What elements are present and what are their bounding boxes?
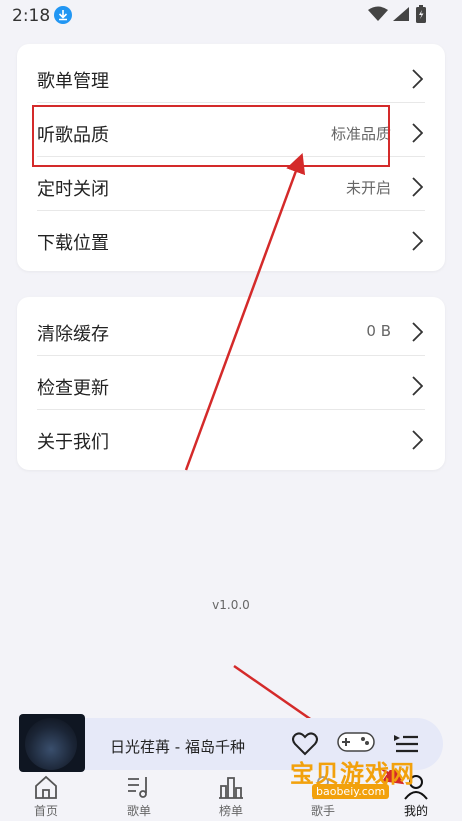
- queue-icon[interactable]: [393, 732, 419, 756]
- nav-label: 首页: [33, 804, 58, 818]
- setting-label: 定时关闭: [37, 179, 109, 200]
- home-icon: [35, 775, 57, 799]
- setting-check-update[interactable]: 检查更新: [17, 356, 445, 410]
- gamepad-icon: [337, 732, 375, 752]
- status-time: 2:18: [12, 6, 51, 26]
- chevron-right-icon: [412, 177, 423, 197]
- chevron-right-icon: [412, 430, 423, 450]
- setting-sleep-timer[interactable]: 定时关闭 未开启: [17, 157, 445, 211]
- chevron-right-icon: [412, 376, 423, 396]
- signal-icon: [392, 6, 410, 26]
- chevron-right-icon: [412, 322, 423, 342]
- nav-label: 歌单: [126, 804, 151, 818]
- nav-item-singers[interactable]: 歌手: [288, 772, 358, 821]
- setting-value: 未开启: [345, 179, 391, 197]
- download-icon: [54, 6, 72, 24]
- setting-label: 检查更新: [37, 378, 109, 399]
- profile-icon: [404, 775, 428, 800]
- setting-label: 关于我们: [37, 432, 109, 453]
- settings-card-other: 清除缓存 0 B 检查更新 关于我们: [17, 297, 445, 470]
- app-version: v1.0.0: [212, 598, 250, 612]
- now-playing-title[interactable]: 日光荏苒 - 福岛千种: [110, 736, 245, 757]
- setting-label: 下载位置: [37, 233, 109, 254]
- settings-card-general: 歌单管理 听歌品质 标准品质 定时关闭 未开启 下载位置: [17, 44, 445, 271]
- setting-clear-cache[interactable]: 清除缓存 0 B: [17, 302, 445, 356]
- chevron-right-icon: [412, 69, 423, 89]
- setting-audio-quality[interactable]: 听歌品质 标准品质: [17, 103, 445, 157]
- nav-item-mine[interactable]: 我的: [381, 772, 451, 821]
- bottom-nav: 首页 歌单 榜单 歌手 我的: [0, 772, 462, 821]
- album-art: [25, 718, 77, 770]
- setting-label: 清除缓存: [37, 324, 109, 345]
- nav-item-home[interactable]: 首页: [11, 772, 81, 821]
- wifi-icon: [368, 6, 388, 26]
- setting-value: 0 B: [366, 322, 391, 340]
- setting-label: 歌单管理: [37, 71, 109, 92]
- setting-download-location[interactable]: 下载位置: [17, 211, 445, 265]
- nav-item-charts[interactable]: 榜单: [196, 772, 266, 821]
- setting-about-us[interactable]: 关于我们: [17, 410, 445, 464]
- chart-icon: [219, 777, 243, 799]
- nav-label: 我的: [403, 804, 428, 818]
- setting-playlist-manage[interactable]: 歌单管理: [17, 49, 445, 103]
- album-cover[interactable]: [19, 714, 85, 772]
- nav-label: 榜单: [218, 804, 243, 818]
- nav-label: 歌手: [310, 804, 335, 818]
- battery-icon: [416, 5, 426, 27]
- chevron-right-icon: [412, 231, 423, 251]
- nav-item-playlist[interactable]: 歌单: [104, 772, 174, 821]
- playlist-icon: [128, 777, 147, 798]
- setting-value: 标准品质: [330, 125, 391, 143]
- chevron-right-icon: [412, 123, 423, 143]
- heart-icon[interactable]: [292, 732, 318, 756]
- status-bar: 2:18: [0, 0, 462, 32]
- setting-label: 听歌品质: [37, 125, 109, 146]
- singer-icon: [312, 776, 334, 800]
